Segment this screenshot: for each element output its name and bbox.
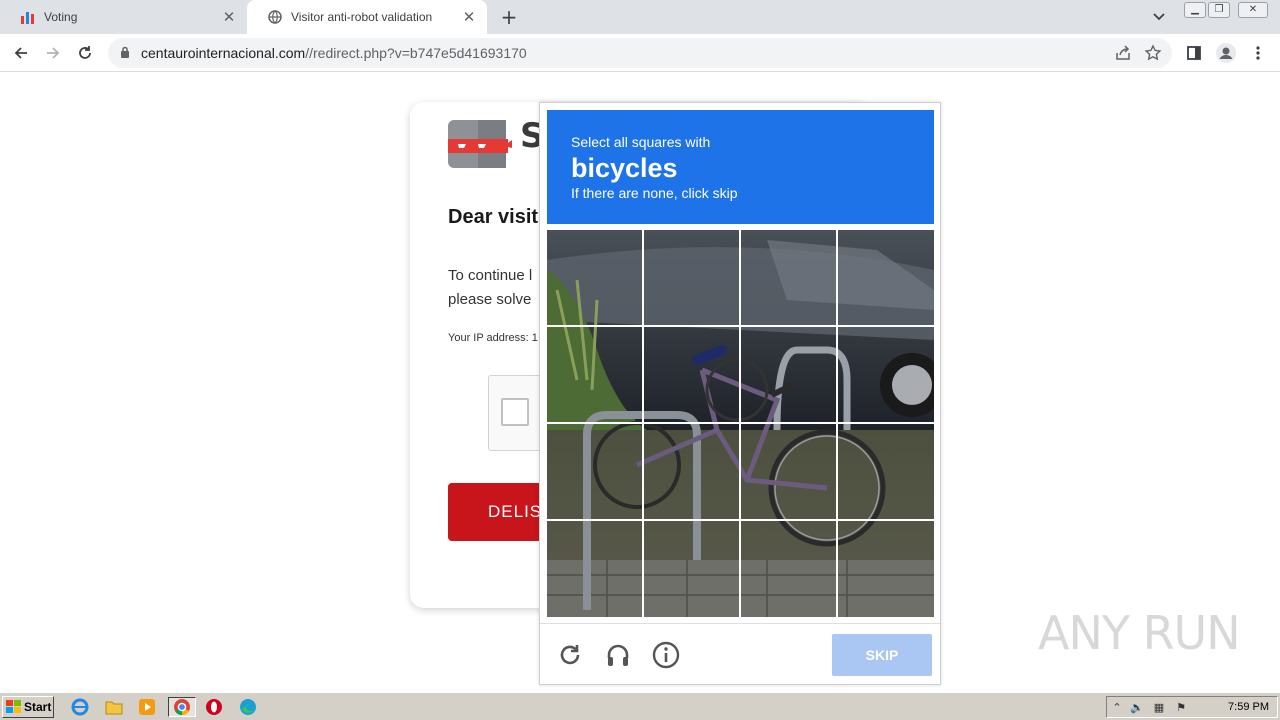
close-window-button[interactable]: ✕ xyxy=(1238,2,1268,18)
network-icon[interactable]: ▦ xyxy=(1151,700,1167,716)
chart-favicon-icon xyxy=(20,9,36,25)
tray-expand-icon[interactable]: ⌃ xyxy=(1109,700,1125,716)
refresh-icon[interactable] xyxy=(555,640,585,670)
share-icon[interactable] xyxy=(1114,44,1132,67)
action-center-flag-icon[interactable]: ⚑ xyxy=(1173,700,1189,716)
info-icon[interactable] xyxy=(651,640,681,670)
captcha-checkbox[interactable] xyxy=(501,398,529,426)
internet-explorer-icon[interactable] xyxy=(70,697,90,717)
instruction-text: To continue l please solve xyxy=(448,264,532,312)
new-tab-button[interactable]: + xyxy=(499,7,519,27)
grid-lines xyxy=(547,230,934,617)
anyrun-watermark: ANY RUN xyxy=(1038,606,1241,660)
prompt-target-object: bicycles xyxy=(571,153,678,183)
opera-icon[interactable] xyxy=(204,697,224,717)
start-label: Start xyxy=(24,700,52,714)
ninja-logo-icon xyxy=(448,120,512,168)
tab-bar: Voting ✕ Visitor anti-robot validation ✕… xyxy=(0,0,1280,34)
tab-voting[interactable]: Voting ✕ xyxy=(0,0,247,34)
prompt-instruction: Select all squares with xyxy=(571,134,711,150)
minimize-button[interactable]: ▁ xyxy=(1184,2,1206,18)
skip-button[interactable]: SKIP xyxy=(832,634,932,676)
tab-search-chevron-icon[interactable] xyxy=(1152,9,1170,25)
system-tray: ⌃ 🔈 ▦ ⚑ 7:59 PM xyxy=(1106,696,1278,718)
clock[interactable]: 7:59 PM xyxy=(1228,701,1269,713)
url-host: centaurointernacional.com xyxy=(141,45,306,61)
url-path: //redirect.php?v=b747e5d41693170 xyxy=(305,45,527,61)
lock-icon[interactable] xyxy=(120,46,130,64)
reload-button[interactable] xyxy=(72,40,98,66)
tab-title: Voting xyxy=(44,10,78,24)
close-tab-icon[interactable]: ✕ xyxy=(461,9,477,25)
tab-visitor-validation[interactable]: Visitor anti-robot validation ✕ xyxy=(247,0,487,34)
instruction-line-2: please solve xyxy=(448,291,532,308)
page-heading: Dear visit xyxy=(448,206,539,228)
ip-address-text: Your IP address: 1 xyxy=(448,332,538,344)
file-explorer-icon[interactable] xyxy=(104,697,124,717)
windows-taskbar: Start ⌃ 🔈 ▦ ⚑ 7:59 PM xyxy=(0,692,1280,720)
back-button[interactable] xyxy=(8,40,34,66)
audio-headphones-icon[interactable] xyxy=(603,640,633,670)
start-button[interactable]: Start xyxy=(2,696,54,718)
side-panel-icon[interactable] xyxy=(1181,40,1207,66)
profile-avatar-icon[interactable] xyxy=(1213,40,1239,66)
globe-icon xyxy=(267,9,283,25)
close-tab-icon[interactable]: ✕ xyxy=(221,9,237,25)
chrome-icon[interactable] xyxy=(168,697,196,717)
browser-toolbar: centaurointernacional.com//redirect.php?… xyxy=(0,34,1280,72)
bookmark-star-icon[interactable] xyxy=(1144,44,1162,67)
forward-button[interactable] xyxy=(40,40,66,66)
restore-button[interactable]: ❐ xyxy=(1208,2,1230,18)
volume-icon[interactable]: 🔈 xyxy=(1129,700,1145,716)
address-bar[interactable]: centaurointernacional.com//redirect.php?… xyxy=(108,38,1172,68)
captcha-image-grid xyxy=(547,230,934,617)
media-player-icon[interactable] xyxy=(137,697,157,717)
instruction-line-1: To continue l xyxy=(448,267,533,284)
tab-title: Visitor anti-robot validation xyxy=(291,10,433,24)
url-text[interactable]: centaurointernacional.com//redirect.php?… xyxy=(141,45,527,61)
captcha-challenge-popup: Select all squares with bicycles If ther… xyxy=(539,102,941,685)
prompt-skip-hint: If there are none, click skip xyxy=(571,185,738,201)
captcha-footer: SKIP xyxy=(540,623,940,685)
edge-icon[interactable] xyxy=(238,697,258,717)
captcha-prompt-header: Select all squares with bicycles If ther… xyxy=(547,110,934,224)
windows-logo-icon xyxy=(6,700,22,714)
menu-kebab-icon[interactable] xyxy=(1245,40,1271,66)
